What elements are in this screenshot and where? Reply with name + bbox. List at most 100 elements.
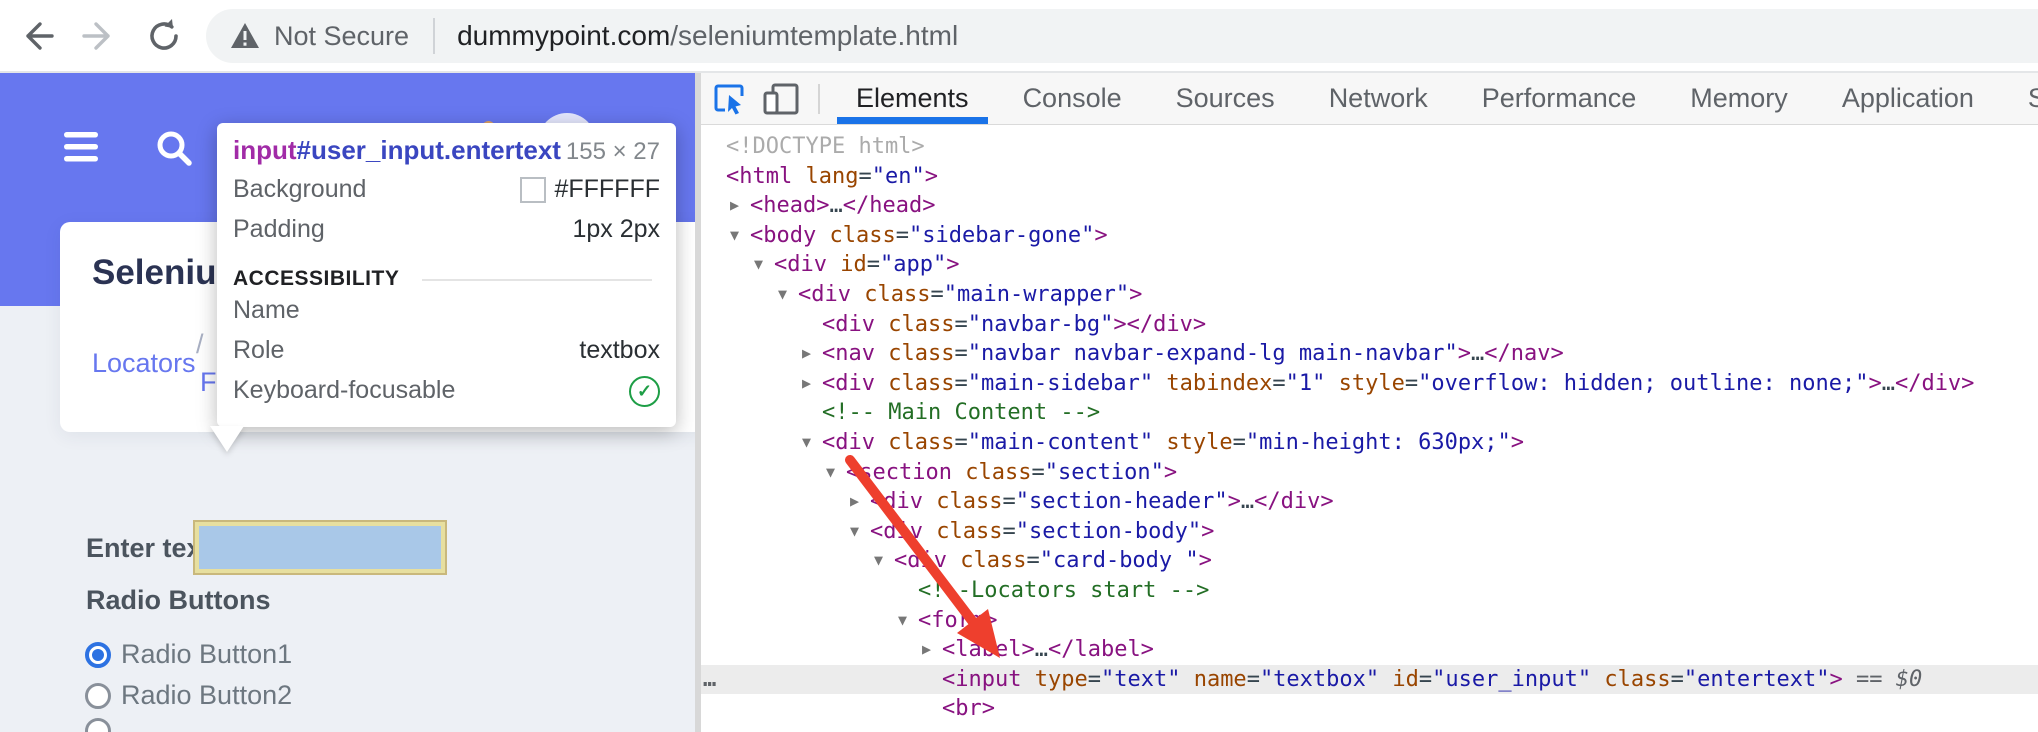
dom-tree-line[interactable]: <!--Locators start -->: [701, 576, 2038, 606]
dom-tree-line[interactable]: <!DOCTYPE html>: [701, 132, 2038, 162]
dom-tree-line[interactable]: ▼<form>: [701, 606, 2038, 636]
security-chip[interactable]: Not Secure: [230, 21, 409, 52]
expand-arrow-open-icon[interactable]: ▼: [874, 546, 883, 576]
dom-tree-line[interactable]: ▶<nav class="navbar navbar-expand-lg mai…: [701, 339, 2038, 369]
toolbar-divider: [818, 84, 820, 114]
radio-circle-partial[interactable]: [85, 718, 111, 732]
code-token-vl: "user_input": [1432, 667, 1591, 692]
color-swatch: [520, 177, 546, 203]
page-title: Seleniu: [92, 253, 216, 293]
device-toolbar-button[interactable]: [763, 83, 799, 120]
expand-arrow-open-icon[interactable]: ▼: [826, 458, 835, 488]
code-token-pn: =: [1272, 371, 1285, 396]
code-token-tg: >: [1164, 460, 1177, 485]
code-token-at: id: [827, 252, 867, 277]
expand-arrow-closed-icon[interactable]: ▶: [802, 339, 811, 369]
expand-arrow-closed-icon[interactable]: ▶: [850, 487, 859, 517]
line-options-dots[interactable]: …: [703, 665, 717, 695]
tab-memory[interactable]: Memory: [1663, 73, 1815, 124]
inspect-element-button[interactable]: [713, 83, 747, 120]
code-token-pn: =: [858, 164, 871, 189]
dom-tree-line[interactable]: ▼<div class="main-content" style="min-he…: [701, 428, 2038, 458]
code-token-vl: "min-height: 630px;": [1246, 430, 1511, 455]
dom-tree-line[interactable]: ▶<div class="section-header">…</div>: [701, 487, 2038, 517]
dom-tree-line[interactable]: ▼<body class="sidebar-gone">: [701, 221, 2038, 251]
expand-arrow-open-icon[interactable]: ▼: [730, 221, 739, 251]
radio-label: Radio Button2: [121, 680, 292, 711]
url-bar[interactable]: Not Secure dummypoint.com/seleniumtempla…: [206, 9, 2038, 63]
tooltip-selector: input#user_input.entertext: [233, 135, 561, 166]
expand-arrow-closed-icon[interactable]: ▶: [802, 369, 811, 399]
search-button[interactable]: [155, 129, 195, 174]
code-token-pn: =: [1026, 548, 1039, 573]
tooltip-accessibility-divider: [422, 279, 652, 281]
dom-tree-line[interactable]: ▼<div id="app">: [701, 250, 2038, 280]
dom-tree-line[interactable]: ▶<head>…</head>: [701, 191, 2038, 221]
tab-sources[interactable]: Sources: [1149, 73, 1302, 124]
code-token-tg: <html: [726, 164, 792, 189]
back-button[interactable]: [14, 14, 58, 58]
omnibox-divider: [433, 18, 435, 54]
code-token-tg: <label>: [942, 637, 1035, 662]
text-input-highlighted[interactable]: [195, 522, 445, 573]
tab-security[interactable]: Security: [2001, 73, 2038, 124]
tab-performance[interactable]: Performance: [1455, 73, 1664, 124]
expand-arrow-open-icon[interactable]: ▼: [778, 280, 787, 310]
radio-option[interactable]: Radio Button1: [85, 639, 292, 670]
code-token-tg: >: [1094, 223, 1107, 248]
tooltip-row-value: 1px 2px: [572, 215, 660, 244]
dom-tree-line[interactable]: ▼<div class="card-body ">: [701, 546, 2038, 576]
code-token-cm: <!--Locators start -->: [918, 578, 1209, 603]
breadcrumb-locators[interactable]: Locators: [92, 348, 196, 379]
expand-arrow-closed-icon[interactable]: ▶: [730, 191, 739, 221]
dom-tree-line-selected[interactable]: …<input type="text" name="textbox" id="u…: [701, 665, 2038, 695]
code-token-tg: <section: [846, 460, 952, 485]
code-token-tg: >: [1129, 282, 1142, 307]
expand-arrow-open-icon[interactable]: ▼: [802, 428, 811, 458]
tab-elements[interactable]: Elements: [829, 73, 996, 124]
dom-tree-line[interactable]: <div class="navbar-bg"></div>: [701, 310, 2038, 340]
reload-button[interactable]: [142, 14, 186, 58]
radio-unselected-icon[interactable]: [85, 683, 111, 709]
code-token-at: class: [1591, 667, 1670, 692]
expand-arrow-open-icon[interactable]: ▼: [754, 250, 763, 280]
dom-tree-line[interactable]: ▼<section class="section">: [701, 458, 2038, 488]
dom-tree-line[interactable]: <br>: [701, 694, 2038, 724]
radio-option[interactable]: Radio Button2: [85, 680, 292, 711]
expand-arrow-open-icon[interactable]: ▼: [850, 517, 859, 547]
dom-tree-line[interactable]: ▶<div class="main-sidebar" tabindex="1" …: [701, 369, 2038, 399]
tooltip-row-value: textbox: [579, 336, 660, 365]
tab-application[interactable]: Application: [1815, 73, 2001, 124]
url-text[interactable]: dummypoint.com/seleniumtemplate.html: [457, 20, 958, 52]
code-token-d0: $0: [1896, 667, 1923, 692]
devtools-split-divider[interactable]: [695, 73, 701, 732]
dom-tree-line[interactable]: <html lang="en">: [701, 162, 2038, 192]
hamburger-menu-button[interactable]: [64, 131, 98, 168]
code-token-tg: >: [1458, 341, 1471, 366]
code-token-vl: "textbox": [1260, 667, 1379, 692]
dom-tree-line[interactable]: ▶<label>…</label>: [701, 635, 2038, 665]
forward-button[interactable]: [78, 14, 122, 58]
code-token-at: tabindex: [1153, 371, 1272, 396]
dom-tree-line[interactable]: <!-- Main Content -->: [701, 398, 2038, 428]
code-token-tg: >: [1199, 548, 1212, 573]
dom-tree-line[interactable]: ▼<div class="main-wrapper">: [701, 280, 2038, 310]
expand-arrow-closed-icon[interactable]: ▶: [922, 635, 931, 665]
code-token-tg: </head>: [843, 193, 936, 218]
radio-partial[interactable]: [85, 718, 121, 732]
code-token-pn: =: [954, 430, 967, 455]
code-token-pn: =: [954, 341, 967, 366]
tab-network[interactable]: Network: [1302, 73, 1455, 124]
dom-tree-line[interactable]: ▼<div class="section-body">: [701, 517, 2038, 547]
code-token-at: style: [1325, 371, 1404, 396]
screenshot-stage: Not Secure dummypoint.com/seleniumtempla…: [0, 0, 2038, 732]
radio-selected-icon[interactable]: [85, 642, 111, 668]
tooltip-accessibility-header: ACCESSIBILITY: [233, 267, 399, 291]
expand-arrow-open-icon[interactable]: ▼: [898, 606, 907, 636]
tooltip-row-label: Keyboard-focusable: [233, 376, 455, 405]
tooltip-row: Roletextbox: [233, 336, 660, 376]
tooltip-caret: [210, 426, 244, 452]
code-token-tg: >: [946, 252, 959, 277]
tab-console[interactable]: Console: [996, 73, 1149, 124]
dom-tree: <!DOCTYPE html><html lang="en">▶<head>…<…: [701, 132, 2038, 724]
